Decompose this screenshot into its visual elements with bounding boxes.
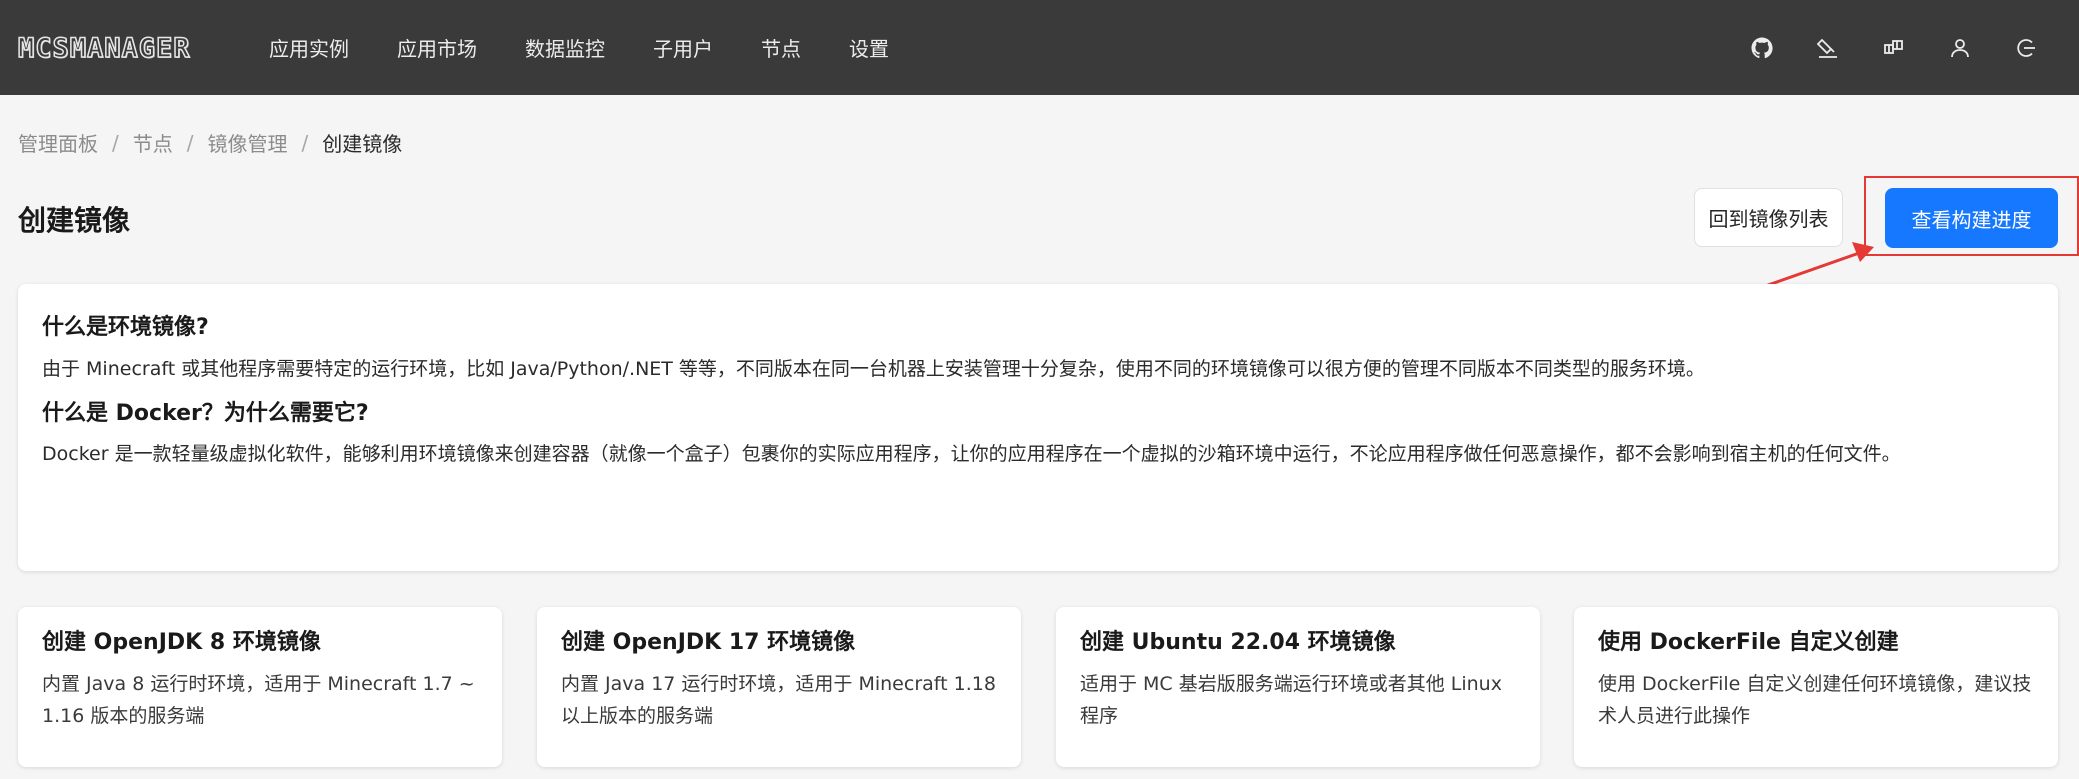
nav-item-market[interactable]: 应用市场	[397, 33, 477, 62]
header-icons	[1709, 0, 2039, 95]
breadcrumb-create-image: 创建镜像	[322, 132, 403, 156]
breadcrumb-image-management[interactable]: 镜像管理	[208, 128, 288, 157]
card-title: 创建 OpenJDK 8 环境镜像	[42, 630, 321, 655]
breadcrumb-separator: /	[301, 130, 309, 155]
layout-icon[interactable]	[1881, 35, 1907, 61]
info-question-docker: 什么是 Docker？为什么需要它?	[42, 400, 369, 426]
breadcrumb-nodes[interactable]: 节点	[133, 128, 173, 157]
view-build-progress-button[interactable]: 查看构建进度	[1885, 188, 2058, 248]
nav-item-subusers[interactable]: 子用户	[653, 33, 713, 62]
card-description: 内置 Java 8 运行时环境，适用于 Minecraft 1.7 ~ 1.16…	[42, 672, 475, 727]
card-openjdk-17[interactable]: 创建 OpenJDK 17 环境镜像 内置 Java 17 运行时环境，适用于 …	[537, 607, 1021, 767]
card-title: 使用 DockerFile 自定义创建	[1598, 630, 1899, 655]
breadcrumb-separator: /	[112, 130, 119, 155]
info-answer-docker: Docker 是一款轻量级虚拟化软件，能够利用环境镜像来创建容器（就像一个盒子）…	[42, 443, 1901, 466]
mcsmanager-logo[interactable]: MCSMANAGER	[17, 32, 191, 65]
page-title: 创建镜像	[18, 204, 131, 237]
nav-item-nodes[interactable]: 节点	[761, 33, 801, 62]
card-ubuntu-2204[interactable]: 创建 Ubuntu 22.04 环境镜像 适用于 MC 基岩版服务端运行环境或者…	[1056, 607, 1540, 767]
breadcrumb-panel[interactable]: 管理面板	[18, 128, 98, 157]
breadcrumb-separator: /	[186, 130, 194, 155]
logo-text: MCSMANAGER	[17, 32, 191, 65]
card-title: 创建 Ubuntu 22.04 环境镜像	[1080, 630, 1396, 655]
nav-item-monitor[interactable]: 数据监控	[525, 33, 605, 62]
main-nav: 应用实例 应用市场 数据监控 子用户 节点 设置	[269, 0, 937, 95]
card-description: 内置 Java 17 运行时环境，适用于 Minecraft 1.18 以上版本…	[561, 672, 996, 727]
card-description: 适用于 MC 基岩版服务端运行环境或者其他 Linux 程序	[1080, 672, 1502, 727]
card-dockerfile-custom[interactable]: 使用 DockerFile 自定义创建 使用 DockerFile 自定义创建任…	[1574, 607, 2058, 767]
back-to-image-list-button[interactable]: 回到镜像列表	[1694, 188, 1843, 247]
theme-brush-icon[interactable]	[1815, 35, 1841, 61]
github-icon[interactable]	[1749, 35, 1775, 61]
breadcrumb: 管理面板 / 节点 / 镜像管理 / 创建镜像	[18, 128, 402, 157]
logout-icon[interactable]	[2013, 35, 2039, 61]
card-openjdk-8[interactable]: 创建 OpenJDK 8 环境镜像 内置 Java 8 运行时环境，适用于 Mi…	[18, 607, 502, 767]
nav-item-settings[interactable]: 设置	[849, 33, 889, 62]
info-card: 什么是环境镜像? 由于 Minecraft 或其他程序需要特定的运行环境，比如 …	[18, 284, 2058, 571]
card-title: 创建 OpenJDK 17 环境镜像	[561, 630, 856, 655]
info-question-environment-image: 什么是环境镜像?	[42, 315, 209, 340]
user-icon[interactable]	[1947, 35, 1973, 61]
top-navbar: MCSMANAGER 应用实例 应用市场 数据监控 子用户 节点 设置	[0, 0, 2079, 95]
info-answer-environment-image: 由于 Minecraft 或其他程序需要特定的运行环境，比如 Java/Pyth…	[42, 357, 1705, 380]
nav-item-instances[interactable]: 应用实例	[269, 33, 349, 62]
card-description: 使用 DockerFile 自定义创建任何环境镜像，建议技术人员进行此操作	[1598, 672, 2032, 727]
